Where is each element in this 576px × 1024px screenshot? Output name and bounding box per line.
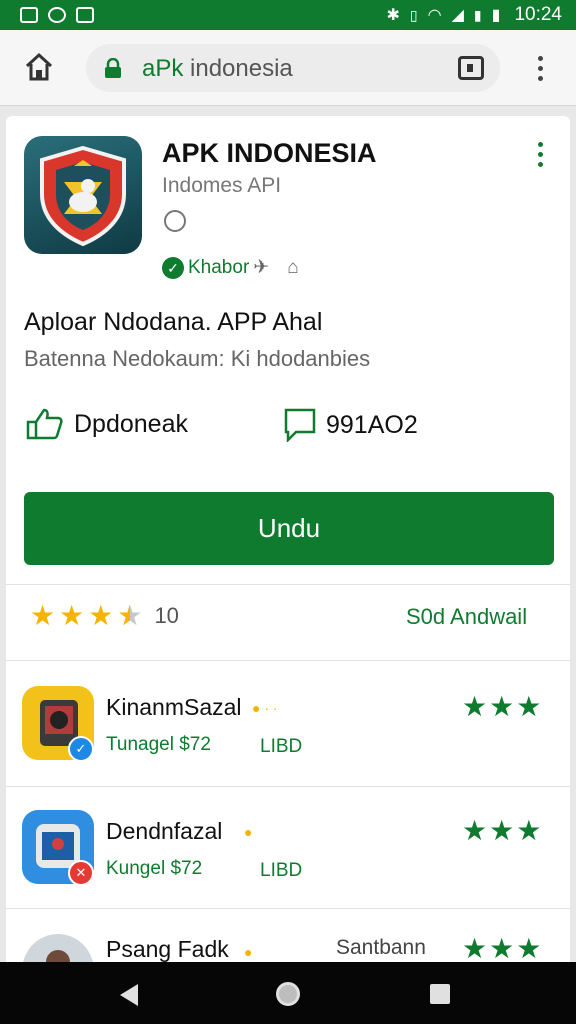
shield-icon (40, 145, 126, 247)
overflow-menu-icon[interactable] (532, 56, 548, 84)
star-rating-icon: ★★★ (462, 815, 544, 846)
home-icon[interactable] (24, 52, 54, 82)
list-item[interactable]: ✓ KinanmSazal ● · · Tunagel $72 LIBD ★★★ (6, 664, 570, 788)
app-description-sub: Batenna Nedokaum: Ki hdodanbies (24, 346, 371, 371)
list-item-side: LIBD (260, 860, 303, 881)
lock-icon (105, 58, 121, 78)
list-item-side: LIBD (260, 736, 303, 757)
app-card: APK INDONESIA Indomes API ✓ Khabor ✈ ⌂ A… (6, 116, 570, 976)
image-icon (76, 7, 94, 23)
list-item-name: Dendnfazal (106, 818, 223, 844)
list-item[interactable]: ✕ Dendnfazal ● Kungel $72 LIBD ★★★ (6, 788, 570, 912)
vibrate-icon: ▯ (409, 6, 418, 23)
divider (6, 908, 570, 909)
sparkle-icon: ✈ (253, 257, 270, 278)
comment-icon (284, 408, 316, 442)
dots-icon: ● (244, 944, 253, 960)
clock-icon (164, 210, 186, 232)
clock-time: 10:24 (514, 4, 562, 25)
x-icon: ✕ (68, 860, 94, 886)
see-all-link[interactable]: S0d Andwail (406, 604, 527, 630)
download-button[interactable]: Undu (24, 492, 554, 565)
list-item-name: Psang Fadk (106, 936, 229, 962)
sim-icon: ▮ (473, 6, 482, 23)
list-item-sub: Tunagel $72 (106, 734, 211, 755)
app-menu-icon[interactable] (534, 142, 546, 172)
star-rating-icon: ★★★ (462, 933, 544, 964)
signal-icon: ◢ (451, 7, 464, 24)
url-text[interactable]: aPk indonesia (142, 55, 293, 83)
comments-stat[interactable]: 991AO2 (284, 408, 418, 442)
check-icon: ✓ (162, 256, 184, 279)
back-icon[interactable] (120, 984, 138, 1006)
app-description-title: Aploar Ndodana. APP Ahal (24, 308, 323, 336)
divider (6, 660, 570, 661)
likes-label: Dpdoneak (74, 409, 188, 438)
bluetooth-icon: ✱ (386, 7, 400, 24)
url-host: aPk (142, 55, 184, 82)
address-bar[interactable]: aPk indonesia (86, 44, 500, 92)
home-small-icon: ⌂ (287, 256, 299, 278)
comments-count: 991AO2 (326, 410, 418, 439)
status-bar: ✱ ▯ ◠ ◢ ▮ ▮ 10:24 (0, 0, 576, 30)
recents-icon[interactable] (430, 984, 450, 1004)
browser-toolbar: aPk indonesia (0, 30, 576, 106)
star-rating-icon: ★★★ (462, 691, 544, 722)
system-nav-bar (0, 962, 576, 1024)
rating-count: 10 (154, 603, 179, 628)
verified-badge: ✓ Khabor ✈ ⌂ (162, 256, 299, 279)
url-path: indonesia (183, 55, 293, 82)
star-half-icon: ★ (117, 602, 142, 631)
tabs-icon[interactable] (458, 56, 484, 80)
app-title: APK INDONESIA (162, 138, 377, 168)
wifi-icon: ◠ (427, 7, 442, 24)
app-developer[interactable]: Indomes API (162, 174, 281, 198)
list-item-side: Santbann (336, 936, 426, 959)
whatsapp-icon (48, 7, 66, 23)
dots-icon: ● (244, 824, 253, 840)
divider (6, 584, 570, 585)
star-icon: ★ (59, 600, 85, 631)
battery-icon: ▮ (491, 7, 501, 24)
check-icon: ✓ (68, 736, 94, 762)
list-item-sub: Kungel $72 (106, 858, 203, 879)
star-icon: ★ (88, 600, 114, 631)
app-icon (24, 136, 142, 254)
status-right-icons: ✱ ▯ ◠ ◢ ▮ ▮ 10:24 (387, 4, 562, 26)
divider (6, 786, 570, 787)
home-button-icon[interactable] (276, 982, 300, 1006)
star-icon: ★ (30, 600, 56, 631)
notification-icon (20, 7, 38, 23)
verified-label: Khabor (188, 256, 250, 278)
dots-icon: ● · · (252, 700, 278, 716)
status-left-icons (20, 7, 94, 23)
likes-stat[interactable]: Dpdoneak (26, 408, 188, 440)
rating-row: ★ ★ ★ ★ 10 (30, 600, 179, 631)
list-item-name: KinanmSazal (106, 694, 242, 720)
thumbs-up-icon (26, 408, 63, 440)
